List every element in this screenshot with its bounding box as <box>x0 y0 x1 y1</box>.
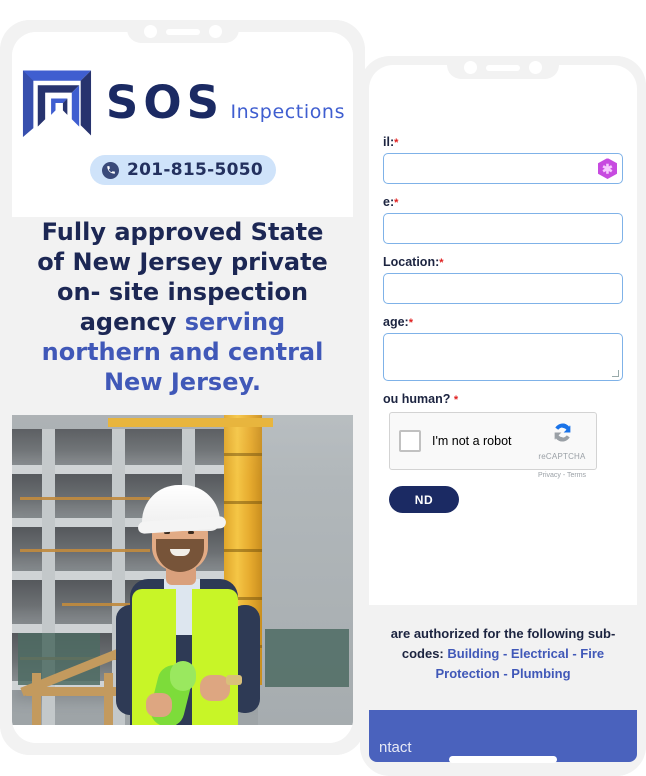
required-asterisk: * <box>394 197 399 209</box>
required-asterisk: * <box>453 394 459 406</box>
worker-blueprint-roll-end <box>170 661 196 691</box>
subcodes-line1: are authorized for the following sub- <box>390 626 616 641</box>
headline: Fully approved State of New Jersey priva… <box>12 217 353 415</box>
sos-square-spiral-logo-icon <box>22 70 91 138</box>
hex-key-glyph: ✱ <box>602 161 613 176</box>
worker-hand-left <box>146 693 172 717</box>
email-input[interactable] <box>392 161 614 176</box>
worker-vest-right <box>192 589 238 725</box>
recaptcha-terms-text[interactable]: Privacy - Terms <box>538 472 586 479</box>
phone-input[interactable] <box>392 221 614 236</box>
form-field-email: il:* ✱ <box>383 135 623 184</box>
recaptcha-logo-icon <box>554 423 570 442</box>
send-button[interactable]: ND <box>389 486 459 513</box>
email-input-wrap[interactable]: ✱ <box>383 153 623 184</box>
phone-mockup-left: SOS Inspections 201-815-5050 Fully appro… <box>0 20 365 755</box>
phone-notch-right <box>447 56 559 79</box>
logo-text: SOS Inspections <box>106 80 346 125</box>
photo-crane-brace <box>224 453 262 456</box>
worker-wristwatch <box>226 675 242 685</box>
phone-notch-left <box>126 20 239 43</box>
phone-number-pill[interactable]: 201-815-5050 <box>89 155 276 185</box>
photo-worker <box>108 479 298 725</box>
speaker-grille-icon <box>165 28 200 35</box>
phone-screen-right: il:* ✱ e:* Location:* age:* ou human? * … <box>360 56 646 776</box>
message-input-wrap[interactable] <box>383 333 623 381</box>
recaptcha-branding: reCAPTCHA Privacy - Terms <box>535 419 589 482</box>
required-asterisk: * <box>394 137 399 149</box>
recaptcha-checkbox[interactable] <box>399 430 421 452</box>
home-indicator-left <box>128 735 237 742</box>
phone-label: e:* <box>383 195 399 209</box>
phone-screen-left: SOS Inspections 201-815-5050 Fully appro… <box>0 20 365 755</box>
sensor-icon <box>208 25 222 38</box>
photo-crane-jib <box>108 418 273 427</box>
logo-block: SOS Inspections 201-815-5050 <box>12 32 353 201</box>
worker-eye-right <box>188 531 194 534</box>
phone-icon <box>102 161 119 179</box>
contact-bar[interactable]: ntact <box>369 710 637 762</box>
job-location-input-wrap[interactable] <box>383 273 623 304</box>
construction-inspector-photo <box>12 415 353 725</box>
job-location-input[interactable] <box>392 281 614 296</box>
logo-subtitle: Inspections <box>230 101 346 123</box>
logo-title: SOS <box>105 76 224 129</box>
message-label: age:* <box>383 315 413 329</box>
subcodes-accent-line2[interactable]: Building - Electrical - Fire <box>447 646 604 661</box>
textarea-resize-handle[interactable] <box>612 370 619 377</box>
contact-bar-label: ntact <box>379 739 412 756</box>
form-field-message: age:* <box>383 315 623 381</box>
speaker-grille-icon <box>486 64 520 71</box>
recaptcha-label: I'm not a robot <box>432 434 512 448</box>
form-field-phone: e:* <box>383 195 623 244</box>
recaptcha-brand-text: reCAPTCHA <box>538 452 586 461</box>
camera-icon <box>143 25 157 38</box>
subcodes-text: are authorized for the following sub- co… <box>369 624 637 684</box>
page-stage: il:* ✱ e:* Location:* age:* ou human? * … <box>0 0 646 776</box>
email-label: il:* <box>383 135 399 149</box>
subcodes-prefix2: codes: <box>401 646 448 661</box>
captcha-question-label: ou human? * <box>383 392 459 406</box>
landing-card: SOS Inspections 201-815-5050 Fully appro… <box>12 32 353 743</box>
phone-glyph <box>106 166 115 174</box>
form-field-job-location: Location:* <box>383 255 623 304</box>
home-indicator-right <box>449 756 557 763</box>
required-asterisk: * <box>408 317 413 329</box>
phone-input-wrap[interactable] <box>383 213 623 244</box>
phone-mockup-right: il:* ✱ e:* Location:* age:* ou human? * … <box>360 56 646 776</box>
logo-row: SOS Inspections <box>12 66 353 140</box>
subcodes-accent-line3[interactable]: Protection - Plumbing <box>435 666 570 681</box>
required-asterisk: * <box>439 257 444 269</box>
message-input[interactable] <box>392 339 614 353</box>
contact-form: il:* ✱ e:* Location:* age:* ou human? * … <box>369 135 637 513</box>
sensor-icon <box>529 61 542 74</box>
recaptcha-widget[interactable]: I'm not a robot reCAPTCHA Privacy - Term… <box>389 412 597 479</box>
contact-card: il:* ✱ e:* Location:* age:* ou human? * … <box>369 65 637 605</box>
photo-timber-post <box>32 673 41 725</box>
phone-number-text: 201-815-5050 <box>127 160 263 180</box>
camera-icon <box>464 61 477 74</box>
job-location-label: Location:* <box>383 255 444 269</box>
